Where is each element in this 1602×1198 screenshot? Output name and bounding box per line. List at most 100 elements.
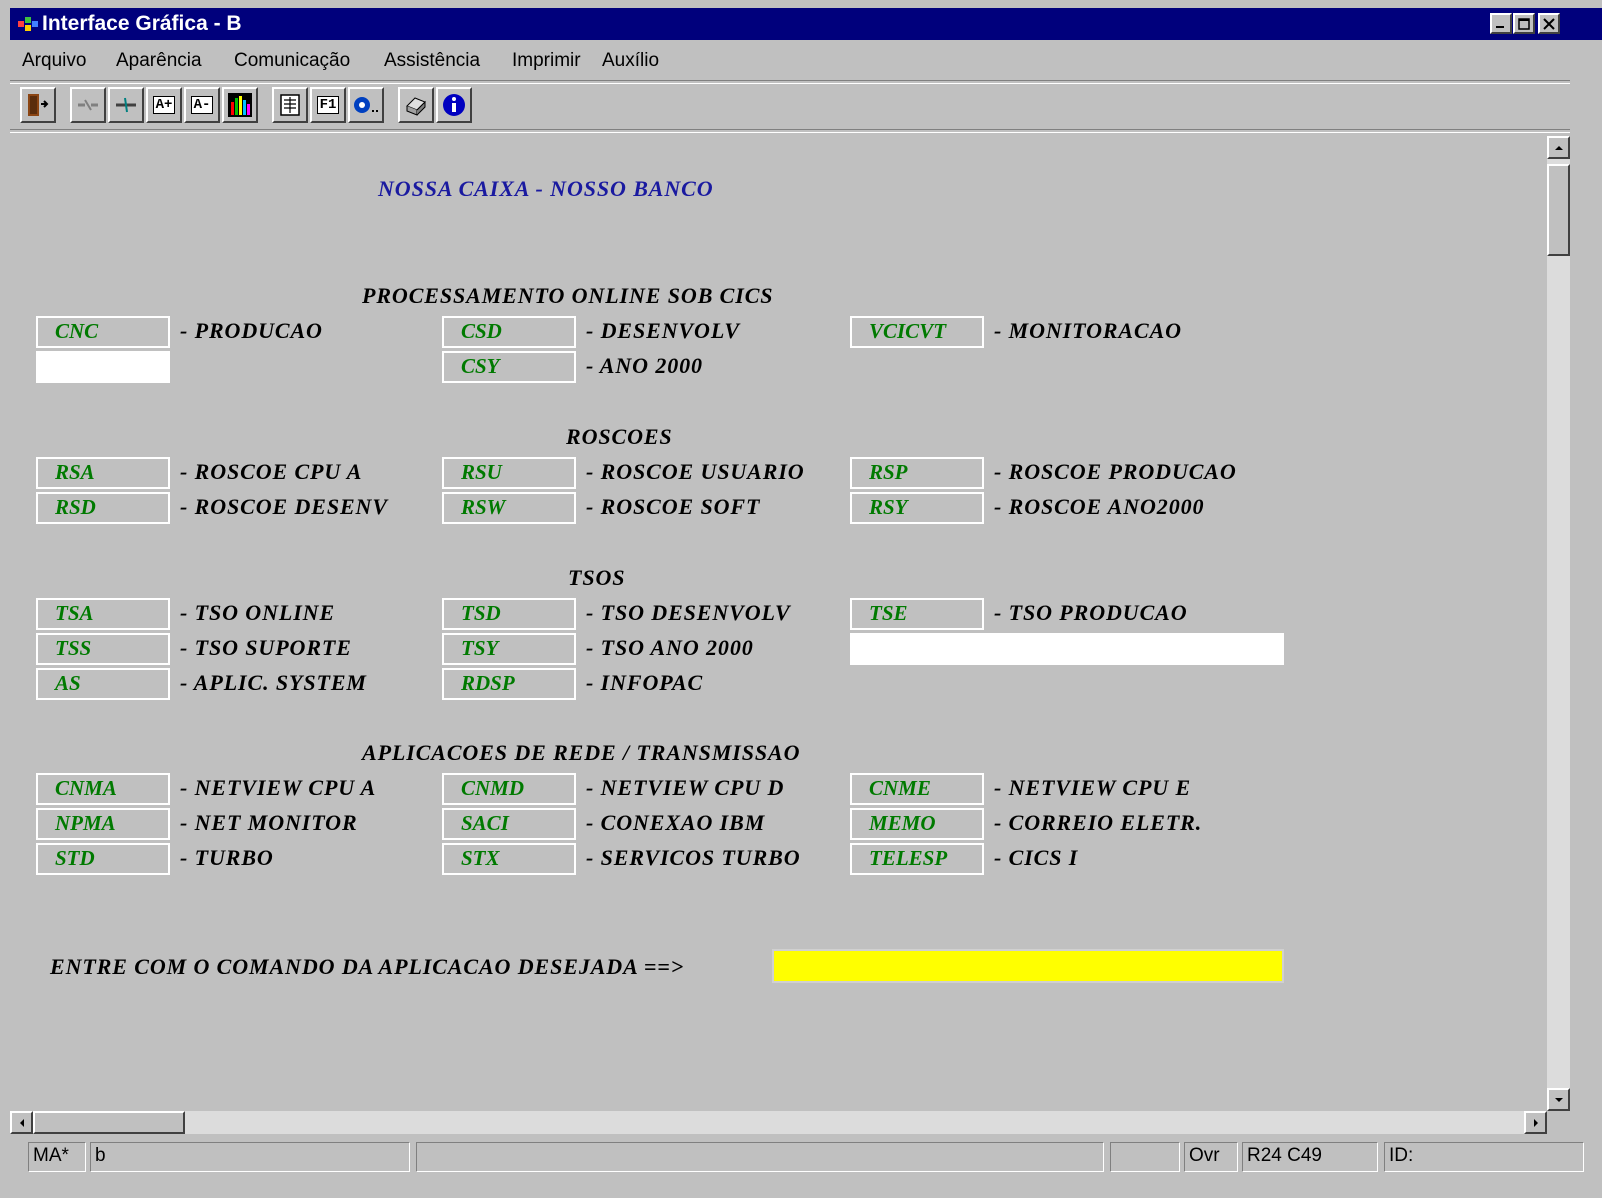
command-field[interactable]: SACI [442, 808, 576, 840]
arrow-right-icon [1533, 1118, 1538, 1127]
command-field[interactable]: CNME [850, 773, 984, 805]
scroll-up-button[interactable] [1547, 136, 1570, 159]
command-description: - ROSCOE PRODUCAO [994, 459, 1237, 484]
command-field[interactable]: CNMD [442, 773, 576, 805]
close-icon [1543, 17, 1555, 30]
disconnect-button[interactable] [70, 87, 106, 123]
command-field[interactable]: STD [36, 843, 170, 875]
arrow-up-icon [1554, 145, 1563, 150]
vertical-scroll-thumb[interactable] [1547, 164, 1570, 256]
colors-button[interactable] [222, 87, 258, 123]
status-cursor-position: R24 C49 [1242, 1142, 1378, 1172]
command-field[interactable]: RSW [442, 492, 576, 524]
command-description: - ROSCOE DESENV [180, 494, 388, 519]
empty-command-field[interactable] [36, 351, 170, 383]
command-field[interactable]: AS [36, 668, 170, 700]
terminal-screen[interactable]: NOSSA CAIXA - NOSSO BANCO PROCESSAMENTO … [10, 136, 1547, 1111]
menu-comunicacao[interactable]: Comunicação [234, 50, 350, 72]
vertical-scrollbar[interactable] [1547, 136, 1570, 1111]
command-field[interactable]: CNC [36, 316, 170, 348]
menu-arquivo[interactable]: Arquivo [22, 50, 86, 72]
section-title-tsos: TSOS [568, 565, 626, 590]
command-field[interactable]: RDSP [442, 668, 576, 700]
horizontal-scrollbar[interactable] [10, 1111, 1547, 1134]
minimize-icon [1496, 25, 1504, 28]
command-field[interactable]: RSA [36, 457, 170, 489]
command-field[interactable]: TSY [442, 633, 576, 665]
info-button[interactable] [436, 87, 472, 123]
command-field[interactable]: CSD [442, 316, 576, 348]
command-description: - ROSCOE SOFT [586, 494, 761, 519]
emulator-window: Interface Gráfica - B Arquivo Aparência … [0, 0, 1602, 1198]
command-field[interactable]: TSE [850, 598, 984, 630]
color-bars-icon [228, 93, 252, 117]
empty-input-field[interactable] [850, 633, 1284, 665]
command-description: - ANO 2000 [586, 353, 703, 378]
maximize-button[interactable] [1513, 13, 1535, 34]
command-description: - TSO SUPORTE [180, 635, 352, 660]
font-increase-button[interactable]: A+ [146, 87, 182, 123]
disconnect-icon [78, 99, 98, 111]
status-message [416, 1142, 1104, 1172]
door-exit-icon [28, 94, 49, 116]
print-button[interactable] [398, 87, 434, 123]
command-description: - ROSCOE CPU A [180, 459, 363, 484]
command-field[interactable]: CSY [442, 351, 576, 383]
connect-button[interactable] [108, 87, 144, 123]
command-description: - CONEXAO IBM [586, 810, 766, 835]
arrow-left-icon [19, 1118, 24, 1127]
horizontal-scroll-thumb[interactable] [33, 1111, 185, 1134]
menu-bar: Arquivo Aparência Comunicação Assistênci… [10, 44, 1602, 78]
menu-assistencia[interactable]: Assistência [384, 50, 480, 72]
menu-imprimir[interactable]: Imprimir [512, 50, 581, 72]
command-description: - NET MONITOR [180, 810, 358, 835]
command-field[interactable]: TSS [36, 633, 170, 665]
command-description: - CICS I [994, 845, 1079, 870]
font-decrease-button[interactable]: A- [184, 87, 220, 123]
keypad-button[interactable] [272, 87, 308, 123]
command-description: - TSO DESENVOLV [586, 600, 791, 625]
command-description: - DESENVOLV [586, 318, 740, 343]
status-blank [1110, 1142, 1180, 1172]
connect-icon [116, 97, 136, 113]
close-button[interactable] [1538, 13, 1560, 34]
command-description: - CORREIO ELETR. [994, 810, 1203, 835]
function-key-button[interactable]: F1 [310, 87, 346, 123]
command-field[interactable]: CNMA [36, 773, 170, 805]
menu-auxilio[interactable]: Auxílio [602, 50, 659, 72]
function-key-icon: F1 [316, 96, 340, 114]
command-description: - MONITORACAO [994, 318, 1182, 343]
record-button[interactable] [348, 87, 384, 123]
scroll-right-button[interactable] [1524, 1111, 1547, 1134]
command-field[interactable]: RSD [36, 492, 170, 524]
command-field[interactable]: TELESP [850, 843, 984, 875]
toolbar-separator [10, 80, 1602, 84]
command-description: - APLIC. SYSTEM [180, 670, 367, 695]
command-field[interactable]: TSD [442, 598, 576, 630]
scroll-down-button[interactable] [1547, 1088, 1570, 1111]
command-field[interactable]: TSA [36, 598, 170, 630]
scroll-left-button[interactable] [10, 1111, 33, 1134]
title-bar[interactable]: Interface Gráfica - B [10, 8, 1602, 40]
command-description: - INFOPAC [586, 670, 704, 695]
command-field[interactable]: STX [442, 843, 576, 875]
command-field[interactable]: VCICVT [850, 316, 984, 348]
command-field[interactable]: MEMO [850, 808, 984, 840]
info-icon [443, 94, 465, 116]
screen-header: NOSSA CAIXA - NOSSO BANCO [378, 176, 714, 201]
status-bar: MA* b Ovr R24 C49 ID: [10, 1136, 1602, 1198]
command-field[interactable]: RSU [442, 457, 576, 489]
status-id: ID: [1384, 1142, 1584, 1172]
command-field[interactable]: RSP [850, 457, 984, 489]
command-field[interactable]: NPMA [36, 808, 170, 840]
command-description: - NETVIEW CPU D [586, 775, 785, 800]
font-increase-icon: A+ [152, 96, 176, 114]
command-description: - NETVIEW CPU E [994, 775, 1192, 800]
command-input[interactable] [772, 949, 1284, 983]
exit-button[interactable] [20, 87, 56, 123]
minimize-button[interactable] [1490, 13, 1512, 34]
print-icon [406, 97, 426, 116]
command-field[interactable]: RSY [850, 492, 984, 524]
command-description: - NETVIEW CPU A [180, 775, 377, 800]
menu-aparencia[interactable]: Aparência [116, 50, 202, 72]
